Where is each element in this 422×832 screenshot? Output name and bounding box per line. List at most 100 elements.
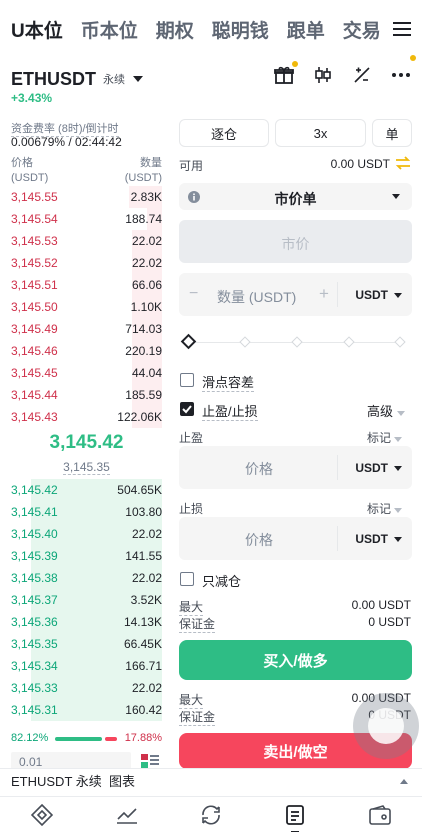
- funding-rate-value: 0.00679% / 02:44:42: [11, 135, 122, 149]
- available-label: 可用: [179, 159, 204, 173]
- ask-price: 3,145.53: [11, 234, 58, 248]
- slider-node-25[interactable]: [239, 336, 251, 348]
- ask-list: 3,145.55 2.83K 3,145.54 188.74 3,145.53 22.02…: [11, 186, 162, 428]
- bid-row[interactable]: 3,145.36 14.13K: [11, 611, 162, 633]
- advanced-select[interactable]: 高级: [367, 401, 405, 420]
- ask-row[interactable]: 3,145.43 122.06K: [11, 406, 162, 428]
- caret-down-icon: [394, 437, 403, 442]
- candlestick-chart-icon[interactable]: [312, 64, 334, 86]
- ask-price: 3,145.44: [11, 388, 58, 402]
- ask-row[interactable]: 3,145.53 22.02: [11, 230, 162, 252]
- ask-price: 3,145.51: [11, 278, 58, 292]
- slider-node-100[interactable]: [394, 336, 406, 348]
- quantity-field[interactable]: − 数量 (USDT) + USDT: [179, 273, 412, 316]
- bid-price: 3,145.39: [11, 549, 58, 563]
- tp-unit-select[interactable]: USDT: [355, 461, 402, 475]
- ask-quantity: 122.06K: [117, 410, 162, 424]
- bid-price: 3,145.38: [11, 571, 58, 585]
- slider-handle[interactable]: [180, 333, 197, 350]
- quantity-slider[interactable]: [180, 333, 406, 350]
- nav-futures-icon[interactable]: [273, 797, 317, 832]
- last-price[interactable]: 3,145.42: [11, 432, 162, 454]
- bid-row[interactable]: 3,145.34 166.71: [11, 655, 162, 677]
- bid-row[interactable]: 3,145.37 3.52K: [11, 589, 162, 611]
- bid-row[interactable]: 3,145.31 160.42: [11, 699, 162, 721]
- take-profit-price-field[interactable]: 价格 USDT: [179, 446, 412, 489]
- menu-icon[interactable]: [382, 0, 422, 58]
- bid-row[interactable]: 3,145.33 22.02: [11, 677, 162, 699]
- ask-price: 3,145.55: [11, 190, 58, 204]
- unit-label: USDT: [355, 532, 388, 546]
- tab-copy-trading[interactable]: 跟单: [287, 16, 325, 43]
- nav-trade-icon[interactable]: [189, 797, 233, 832]
- calculator-icon[interactable]: [351, 64, 373, 86]
- order-type-label: 市价单: [274, 191, 317, 207]
- sl-trigger-select[interactable]: 标记: [367, 500, 403, 517]
- bid-row[interactable]: 3,145.40 22.02: [11, 523, 162, 545]
- margin-mode-button[interactable]: 逐仓: [179, 119, 269, 147]
- floating-assistive-button[interactable]: [353, 693, 419, 759]
- bid-row[interactable]: 3,145.42 504.65K: [11, 479, 162, 501]
- ask-row[interactable]: 3,145.55 2.83K: [11, 186, 162, 208]
- ask-price: 3,145.45: [11, 366, 58, 380]
- ask-row[interactable]: 3,145.49 714.03: [11, 318, 162, 340]
- decrease-icon[interactable]: −: [189, 285, 198, 303]
- bid-row[interactable]: 3,145.41 103.80: [11, 501, 162, 523]
- chart-drawer-bar[interactable]: ETHUSDT 永续 图表: [0, 768, 422, 796]
- tab-coin-m[interactable]: 币本位: [81, 16, 138, 43]
- bid-price: 3,145.35: [11, 637, 58, 651]
- increase-icon[interactable]: +: [319, 284, 329, 304]
- order-type-select[interactable]: 市价单: [179, 183, 412, 210]
- tab-options[interactable]: 期权: [156, 16, 194, 43]
- sl-unit-select[interactable]: USDT: [355, 532, 402, 546]
- stop-loss-price-field[interactable]: 价格 USDT: [179, 517, 412, 560]
- ask-price: 3,145.43: [11, 410, 58, 424]
- leverage-button[interactable]: 3x: [275, 119, 366, 147]
- nav-wallet-icon[interactable]: [358, 797, 402, 832]
- tab-smart-money[interactable]: 聪明钱: [212, 16, 269, 43]
- qty-unit: (USDT): [124, 172, 162, 184]
- ask-row[interactable]: 3,145.46 220.19: [11, 340, 162, 362]
- sell-max-label: 最大: [179, 693, 204, 709]
- transfer-icon[interactable]: [395, 156, 411, 175]
- ask-quantity: 188.74: [125, 212, 162, 226]
- more-icon[interactable]: [390, 55, 416, 86]
- tab-usdt-m[interactable]: U本位: [11, 16, 63, 43]
- tab-trading[interactable]: 交易: [343, 16, 381, 43]
- market-tabs: U本位 币本位 期权 聪明钱 跟单 交易: [0, 0, 422, 58]
- ask-price: 3,145.46: [11, 344, 58, 358]
- reduce-only-label: 只减仓: [202, 574, 242, 589]
- price-unit: (USDT): [11, 172, 49, 184]
- ask-row[interactable]: 3,145.45 44.04: [11, 362, 162, 384]
- nav-home-icon[interactable]: [20, 797, 64, 832]
- reduce-only-checkbox[interactable]: [180, 572, 194, 586]
- bid-row[interactable]: 3,145.35 66.45K: [11, 633, 162, 655]
- ask-row[interactable]: 3,145.54 188.74: [11, 208, 162, 230]
- market-price-placeholder: 市价: [281, 236, 310, 252]
- buy-long-button[interactable]: 买入/做多: [179, 640, 412, 680]
- ask-row[interactable]: 3,145.52 22.02: [11, 252, 162, 274]
- bid-quantity: 141.55: [125, 549, 162, 563]
- stop-loss-label: 止损: [179, 502, 204, 516]
- symbol-selector[interactable]: ETHUSDT 永续: [11, 66, 143, 92]
- slippage-checkbox[interactable]: [180, 373, 194, 387]
- bid-price: 3,145.41: [11, 505, 58, 519]
- position-mode-button[interactable]: 单: [372, 119, 412, 147]
- bid-row[interactable]: 3,145.38 22.02: [11, 567, 162, 589]
- slider-node-75[interactable]: [343, 336, 355, 348]
- bid-quantity: 504.65K: [117, 483, 162, 497]
- slider-node-50[interactable]: [291, 336, 303, 348]
- tp-trigger-select[interactable]: 标记: [367, 429, 403, 446]
- ask-quantity: 44.04: [131, 366, 162, 380]
- ask-row[interactable]: 3,145.50 1.10K: [11, 296, 162, 318]
- ask-row[interactable]: 3,145.44 185.59: [11, 384, 162, 406]
- gift-icon[interactable]: [273, 61, 298, 86]
- ask-row[interactable]: 3,145.51 66.06: [11, 274, 162, 296]
- buy-ratio-bar: [55, 737, 102, 741]
- nav-markets-icon[interactable]: [105, 797, 149, 832]
- bid-row[interactable]: 3,145.39 141.55: [11, 545, 162, 567]
- quantity-unit-select[interactable]: USDT: [355, 288, 402, 302]
- tpsl-checkbox[interactable]: [180, 402, 194, 416]
- mark-price-value[interactable]: 3,145.35: [63, 460, 110, 475]
- bid-quantity: 103.80: [125, 505, 162, 519]
